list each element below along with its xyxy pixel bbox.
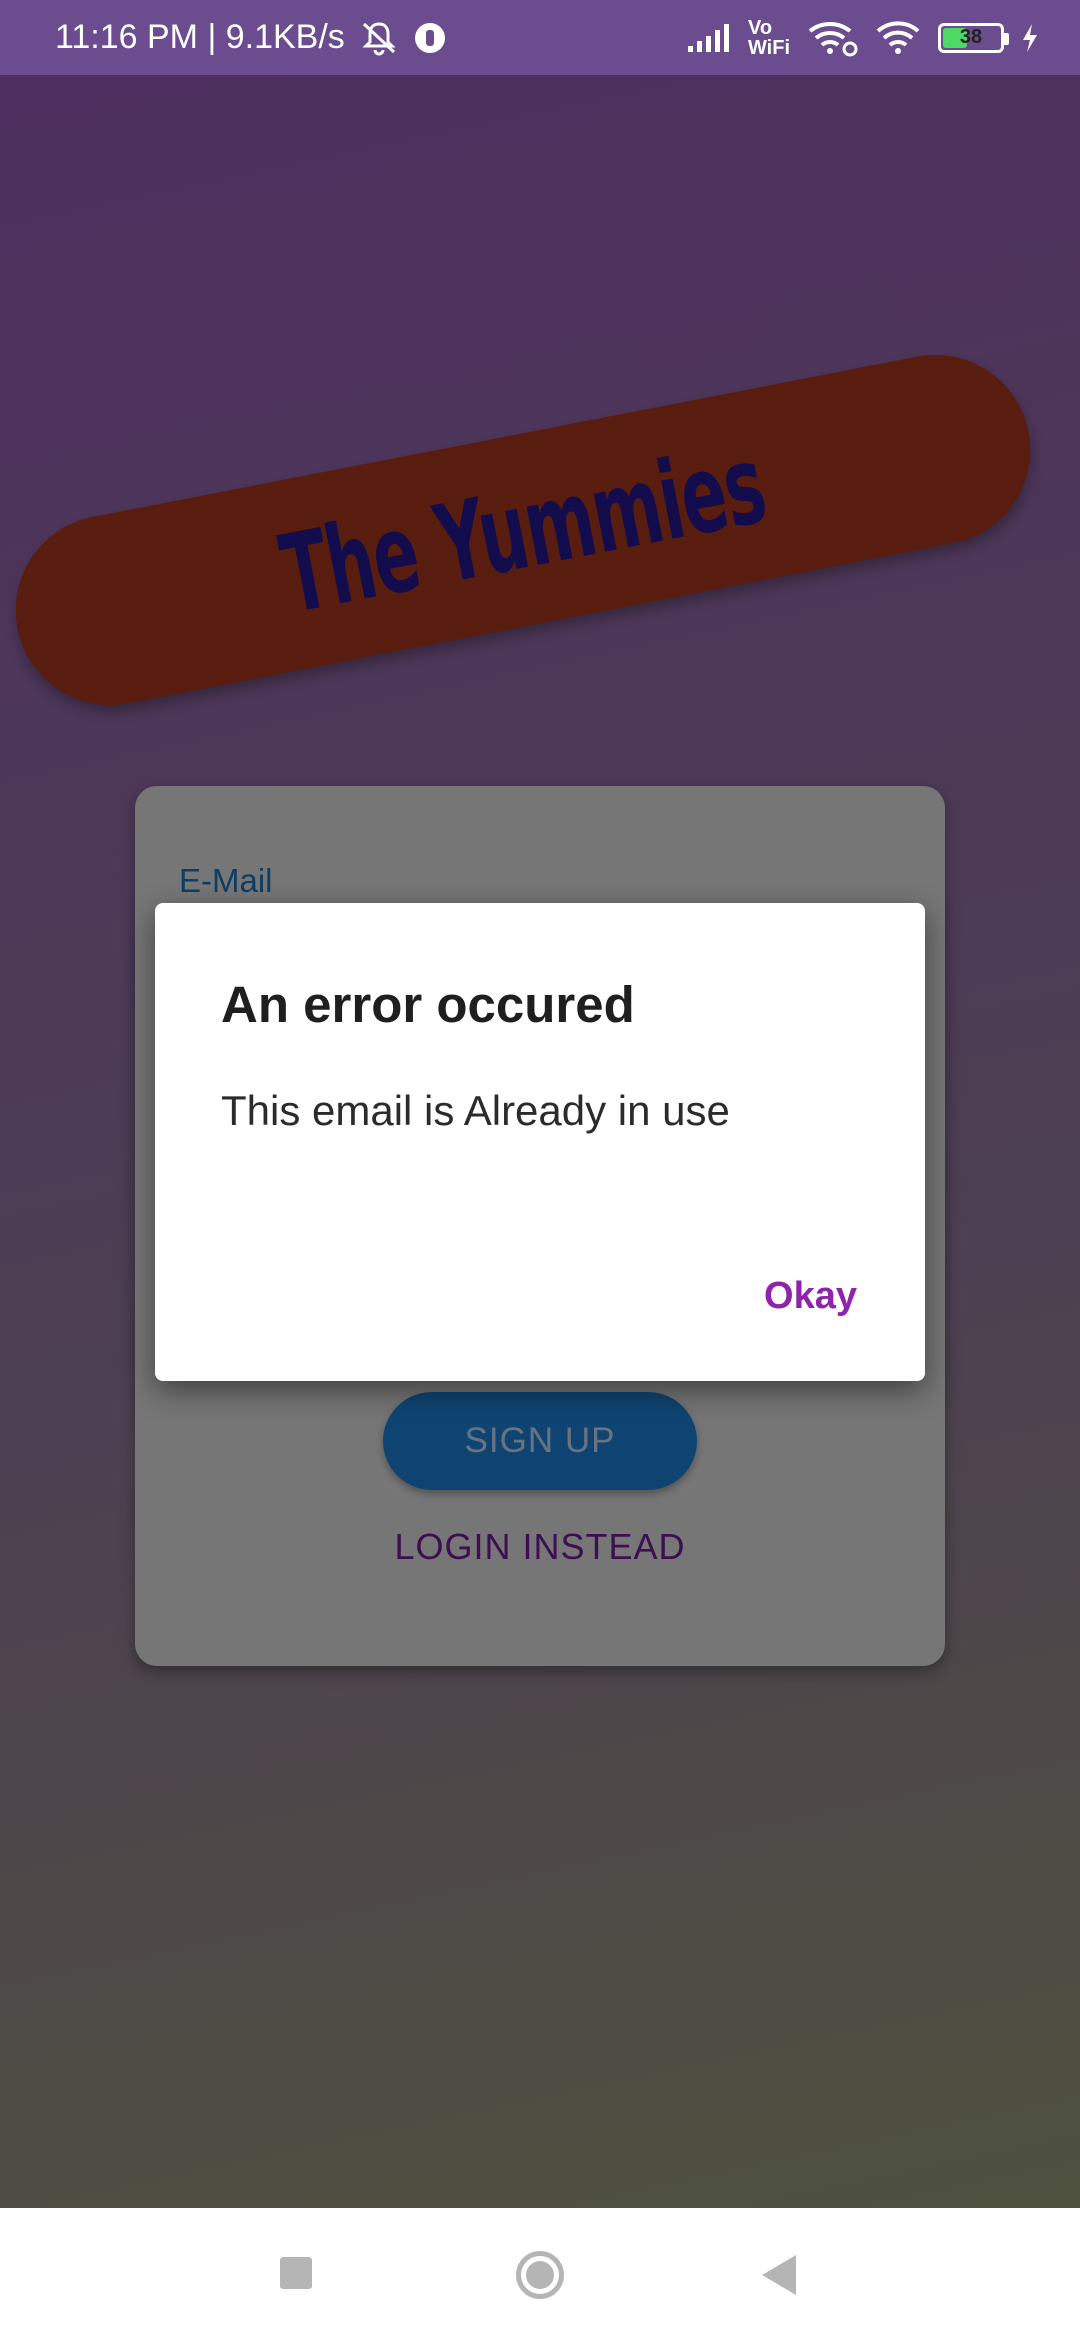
battery-level: 38 xyxy=(959,26,983,48)
back-triangle-icon[interactable] xyxy=(762,2255,796,2295)
vo-label: Vo xyxy=(747,16,773,39)
error-dialog: An error occured This email is Already i… xyxy=(155,903,925,1381)
wifi-label: WiFi xyxy=(747,36,790,59)
status-bar: 11:16 PM | 9.1KB/s Vo WiFi 38 xyxy=(0,0,1080,75)
charging-icon xyxy=(1020,22,1040,54)
wifi-icon xyxy=(874,19,922,57)
dialog-title: An error occured xyxy=(221,976,635,1033)
signal-icon xyxy=(686,22,732,54)
mute-bell-icon xyxy=(359,20,399,56)
vowifi-indicator: Vo WiFi xyxy=(748,18,790,58)
status-time-speed: 11:16 PM | 9.1KB/s xyxy=(55,18,345,56)
battery-icon: 38 xyxy=(938,22,1009,53)
okay-button[interactable]: Okay xyxy=(758,1271,863,1322)
home-circle-icon[interactable] xyxy=(516,2251,564,2299)
system-nav-bar xyxy=(0,2208,1080,2340)
dialog-message: This email is Already in use xyxy=(221,1087,730,1134)
wifi-call-icon xyxy=(806,19,858,57)
vpn-icon xyxy=(413,21,447,55)
recents-square-icon[interactable] xyxy=(280,2257,312,2289)
